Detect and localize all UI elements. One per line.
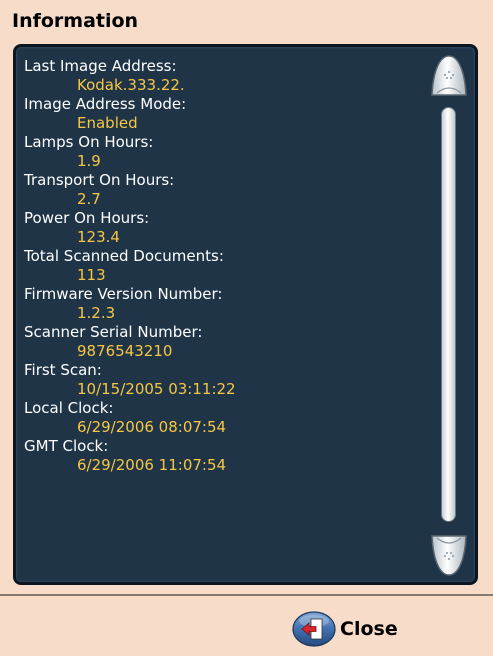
info-item-local-clock: Local Clock: 6/29/2006 08:07:54 [24, 399, 236, 437]
info-label: Local Clock: [24, 399, 114, 417]
info-item-last-image-address: Last Image Address: Kodak.333.22. [24, 57, 236, 95]
close-button[interactable]: Close [292, 609, 398, 649]
close-door-arrow-icon [292, 611, 336, 647]
info-label: Lamps On Hours: [24, 133, 154, 151]
info-value: 113 [77, 266, 106, 284]
info-item-first-scan: First Scan: 10/15/2005 03:11:22 [24, 361, 236, 399]
info-label: Scanner Serial Number: [24, 323, 203, 341]
info-item-image-address-mode: Image Address Mode: Enabled [24, 95, 236, 133]
info-item-transport-on-hours: Transport On Hours: 2.7 [24, 171, 236, 209]
info-label: Last Image Address: [24, 57, 177, 75]
info-value: 1.2.3 [77, 304, 116, 322]
scroll-up-arrow-icon [431, 55, 467, 96]
info-label: Transport On Hours: [24, 171, 175, 189]
info-label: GMT Clock: [24, 437, 109, 455]
info-value: 9876543210 [77, 342, 173, 360]
info-label: Power On Hours: [24, 209, 150, 227]
info-item-total-scanned-documents: Total Scanned Documents: 113 [24, 247, 236, 285]
info-value: Enabled [77, 114, 138, 132]
info-value: 10/15/2005 03:11:22 [77, 380, 236, 398]
info-label: Image Address Mode: [24, 95, 187, 113]
info-label: First Scan: [24, 361, 102, 379]
scroll-down-arrow-icon [431, 535, 467, 576]
vertical-scrollbar[interactable] [428, 51, 472, 578]
info-value: 6/29/2006 11:07:54 [77, 456, 227, 474]
info-value: 6/29/2006 08:07:54 [77, 418, 227, 436]
info-item-scanner-serial-number: Scanner Serial Number: 9876543210 [24, 323, 236, 361]
info-item-firmware-version-number: Firmware Version Number: 1.2.3 [24, 285, 236, 323]
info-item-lamps-on-hours: Lamps On Hours: 1.9 [24, 133, 236, 171]
info-item-power-on-hours: Power On Hours: 123.4 [24, 209, 236, 247]
close-button-label: Close [340, 618, 398, 640]
scroll-up-button[interactable] [429, 53, 469, 99]
info-label: Total Scanned Documents: [24, 247, 224, 265]
info-value: 123.4 [77, 228, 120, 246]
info-list: Last Image Address: Kodak.333.22. Image … [24, 57, 236, 475]
footer-divider [0, 594, 493, 596]
info-value: 1.9 [77, 152, 101, 170]
info-value: 2.7 [77, 190, 101, 208]
scroll-track[interactable] [441, 107, 456, 522]
information-panel: Last Image Address: Kodak.333.22. Image … [13, 44, 478, 585]
scroll-down-button[interactable] [429, 532, 469, 578]
info-value: Kodak.333.22. [77, 76, 185, 94]
dialog-title: Information [12, 10, 139, 32]
info-label: Firmware Version Number: [24, 285, 223, 303]
info-item-gmt-clock: GMT Clock: 6/29/2006 11:07:54 [24, 437, 236, 475]
